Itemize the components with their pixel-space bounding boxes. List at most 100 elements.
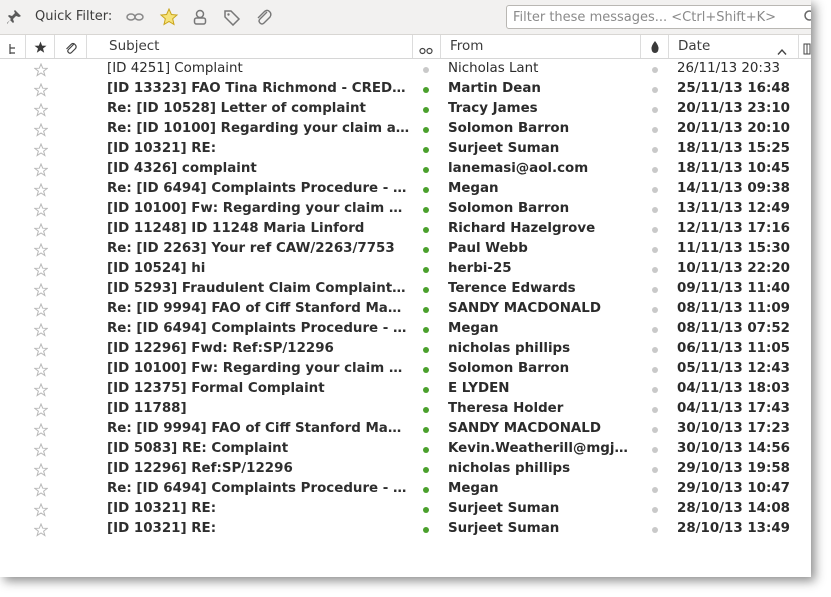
message-row[interactable]: [ID 4251] Complaint Nicholas Lant 26/11/13… bbox=[0, 60, 811, 80]
message-row[interactable]: [ID 11248] ID 11248 Maria Linford Richard… bbox=[0, 220, 811, 240]
star-icon[interactable] bbox=[33, 342, 49, 357]
star-icon[interactable] bbox=[33, 382, 49, 397]
read-status-dot[interactable] bbox=[423, 407, 429, 413]
message-row[interactable]: Re: [ID 6494] Complaints Procedure - C..… bbox=[0, 180, 811, 200]
read-status-dot[interactable] bbox=[423, 227, 429, 233]
tags-icon[interactable] bbox=[222, 8, 242, 27]
read-status-dot[interactable] bbox=[423, 87, 429, 93]
message-row[interactable]: Re: [ID 10100] Regarding your claim agai… bbox=[0, 120, 811, 140]
message-row[interactable]: [ID 10100] Fw: Regarding your claim agai… bbox=[0, 360, 811, 380]
junk-status-dot[interactable] bbox=[652, 467, 658, 473]
date-column-header[interactable]: Date bbox=[669, 35, 799, 58]
junk-status-dot[interactable] bbox=[652, 367, 658, 373]
junk-column-header[interactable] bbox=[641, 35, 669, 58]
read-status-dot[interactable] bbox=[423, 387, 429, 393]
read-status-dot[interactable] bbox=[423, 67, 429, 73]
subject-column-header[interactable]: Subject bbox=[87, 35, 413, 58]
message-row[interactable]: Re: [ID 6494] Complaints Procedure - C..… bbox=[0, 320, 811, 340]
junk-status-dot[interactable] bbox=[652, 407, 658, 413]
message-row[interactable]: [ID 12296] Ref:SP/12296 nicholas phillips… bbox=[0, 460, 811, 480]
message-row[interactable]: [ID 4326] complaint lanemasi@aol.com 18/11… bbox=[0, 160, 811, 180]
read-status-dot[interactable] bbox=[423, 347, 429, 353]
read-status-dot[interactable] bbox=[423, 147, 429, 153]
read-status-dot[interactable] bbox=[423, 167, 429, 173]
message-row[interactable]: Re: [ID 9994] FAO of Ciff Stanford Mana.… bbox=[0, 300, 811, 320]
junk-status-dot[interactable] bbox=[652, 67, 658, 73]
read-status-dot[interactable] bbox=[423, 507, 429, 513]
junk-status-dot[interactable] bbox=[652, 147, 658, 153]
keep-filters-icon[interactable] bbox=[125, 8, 145, 26]
read-status-dot[interactable] bbox=[423, 527, 429, 533]
starred-column-header[interactable] bbox=[26, 35, 55, 58]
read-status-dot[interactable] bbox=[423, 187, 429, 193]
read-status-dot[interactable] bbox=[423, 467, 429, 473]
column-picker[interactable] bbox=[799, 35, 811, 58]
star-icon[interactable] bbox=[33, 142, 49, 157]
read-status-dot[interactable] bbox=[423, 267, 429, 273]
read-status-dot[interactable] bbox=[423, 327, 429, 333]
pin-icon[interactable] bbox=[6, 9, 22, 25]
junk-status-dot[interactable] bbox=[652, 307, 658, 313]
message-row[interactable]: [ID 12296] Fwd: Ref:SP/12296 nicholas phi… bbox=[0, 340, 811, 360]
star-icon[interactable] bbox=[33, 422, 49, 437]
read-status-dot[interactable] bbox=[423, 367, 429, 373]
star-icon[interactable] bbox=[33, 162, 49, 177]
star-icon[interactable] bbox=[33, 322, 49, 337]
thread-column-header[interactable] bbox=[0, 35, 26, 58]
junk-status-dot[interactable] bbox=[652, 327, 658, 333]
message-row[interactable]: [ID 10321] RE: Surjeet Suman 28/10/13 13:4… bbox=[0, 520, 811, 540]
junk-status-dot[interactable] bbox=[652, 267, 658, 273]
attachment-column-header[interactable] bbox=[55, 35, 87, 58]
star-icon[interactable] bbox=[33, 462, 49, 477]
message-row[interactable]: [ID 10100] Fw: Regarding your claim agai… bbox=[0, 200, 811, 220]
junk-status-dot[interactable] bbox=[652, 167, 658, 173]
star-icon[interactable] bbox=[33, 302, 49, 317]
read-status-dot[interactable] bbox=[423, 127, 429, 133]
star-icon[interactable] bbox=[33, 282, 49, 297]
star-icon[interactable] bbox=[33, 82, 49, 97]
read-column-header[interactable] bbox=[413, 35, 441, 58]
message-row[interactable]: [ID 11788] Theresa Holder 04/11/13 17:43 bbox=[0, 400, 811, 420]
read-status-dot[interactable] bbox=[423, 247, 429, 253]
filter-search-box[interactable] bbox=[506, 5, 811, 29]
read-status-dot[interactable] bbox=[423, 487, 429, 493]
star-icon[interactable] bbox=[33, 222, 49, 237]
from-column-header[interactable]: From bbox=[441, 35, 641, 58]
star-icon[interactable] bbox=[33, 182, 49, 197]
star-icon[interactable] bbox=[33, 402, 49, 417]
contact-icon[interactable] bbox=[190, 8, 210, 26]
message-row[interactable]: [ID 13323] FAO Tina Richmond - CREDIT ..… bbox=[0, 80, 811, 100]
read-status-dot[interactable] bbox=[423, 447, 429, 453]
message-row[interactable]: [ID 10524] hi herbi-25 10/11/13 22:20 bbox=[0, 260, 811, 280]
star-icon[interactable] bbox=[33, 242, 49, 257]
star-icon[interactable] bbox=[33, 502, 49, 517]
junk-status-dot[interactable] bbox=[652, 127, 658, 133]
star-icon[interactable] bbox=[33, 122, 49, 137]
junk-status-dot[interactable] bbox=[652, 247, 658, 253]
junk-status-dot[interactable] bbox=[652, 387, 658, 393]
message-row[interactable]: [ID 10321] RE: Surjeet Suman 28/10/13 14:0… bbox=[0, 500, 811, 520]
starred-icon[interactable] bbox=[159, 7, 179, 26]
junk-status-dot[interactable] bbox=[652, 347, 658, 353]
message-row[interactable]: [ID 5293] Fraudulent Claim Complaint - .… bbox=[0, 280, 811, 300]
junk-status-dot[interactable] bbox=[652, 227, 658, 233]
filter-search-input[interactable] bbox=[513, 7, 793, 28]
junk-status-dot[interactable] bbox=[652, 507, 658, 513]
junk-status-dot[interactable] bbox=[652, 87, 658, 93]
junk-status-dot[interactable] bbox=[652, 287, 658, 293]
junk-status-dot[interactable] bbox=[652, 187, 658, 193]
junk-status-dot[interactable] bbox=[652, 207, 658, 213]
star-icon[interactable] bbox=[33, 102, 49, 117]
message-row[interactable]: Re: [ID 6494] Complaints Procedure - C..… bbox=[0, 480, 811, 500]
read-status-dot[interactable] bbox=[423, 427, 429, 433]
star-icon[interactable] bbox=[33, 62, 49, 77]
star-icon[interactable] bbox=[33, 522, 49, 537]
read-status-dot[interactable] bbox=[423, 307, 429, 313]
message-row[interactable]: Re: [ID 9994] FAO of Ciff Stanford Mana.… bbox=[0, 420, 811, 440]
read-status-dot[interactable] bbox=[423, 107, 429, 113]
read-status-dot[interactable] bbox=[423, 287, 429, 293]
junk-status-dot[interactable] bbox=[652, 427, 658, 433]
junk-status-dot[interactable] bbox=[652, 107, 658, 113]
star-icon[interactable] bbox=[33, 262, 49, 277]
message-row[interactable]: Re: [ID 10528] Letter of complaint Tracy … bbox=[0, 100, 811, 120]
